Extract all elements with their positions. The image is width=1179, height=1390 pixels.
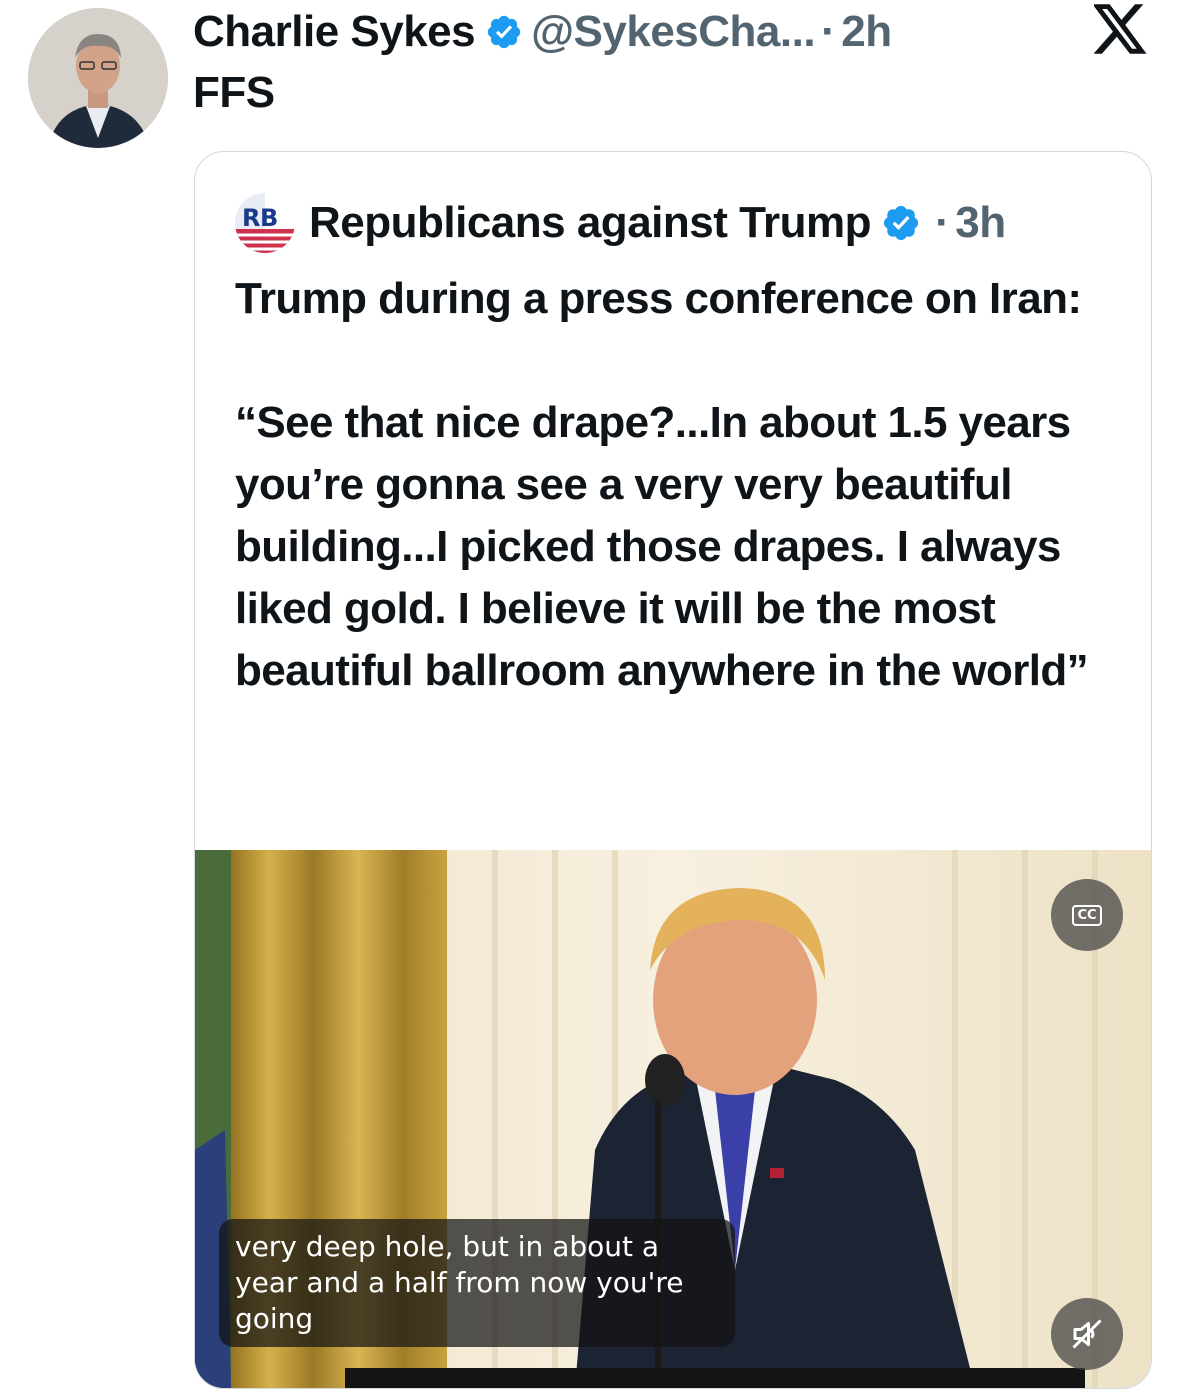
tweet-time[interactable]: 2h xyxy=(841,7,892,57)
cc-icon: CC xyxy=(1072,904,1102,926)
quoted-avatar-text: RB xyxy=(242,204,278,232)
author-handle[interactable]: @SykesCha... xyxy=(531,7,815,57)
verified-badge-icon xyxy=(881,203,921,243)
quoted-text-quote: “See that nice drape?...In about 1.5 yea… xyxy=(235,398,1089,695)
separator-dot: · xyxy=(821,7,836,56)
verified-badge-icon xyxy=(485,13,523,51)
speaker-muted-icon xyxy=(1072,1319,1102,1349)
quoted-tweet-text: Trump during a press conference on Iran:… xyxy=(235,268,1125,702)
closed-captions-button[interactable]: CC xyxy=(1051,879,1123,951)
video-caption: very deep hole, but in about a year and … xyxy=(219,1219,735,1347)
tweet-text: FFS xyxy=(193,68,275,117)
quoted-tweet-header: RB Republicans against Trump · 3h xyxy=(235,192,1006,254)
quoted-author-avatar[interactable]: RB xyxy=(235,193,295,253)
x-logo-icon[interactable] xyxy=(1092,4,1148,54)
mute-toggle-button[interactable] xyxy=(1051,1298,1123,1370)
avatar-photo xyxy=(28,8,168,148)
separator-dot: · xyxy=(935,198,950,247)
quoted-text-line: Trump during a press conference on Iran: xyxy=(235,274,1082,323)
quoted-tweet-time[interactable]: 3h xyxy=(955,198,1006,248)
video-player[interactable]: CC very deep hole, but in about a year a… xyxy=(195,850,1151,1388)
author-avatar[interactable] xyxy=(28,8,168,148)
tweet-header: Charlie Sykes @SykesCha... · 2h xyxy=(193,4,892,60)
author-name[interactable]: Charlie Sykes xyxy=(193,7,476,57)
quoted-tweet-card[interactable]: RB Republicans against Trump · 3h Trump … xyxy=(194,151,1152,1389)
quoted-author-name[interactable]: Republicans against Trump xyxy=(309,198,872,248)
